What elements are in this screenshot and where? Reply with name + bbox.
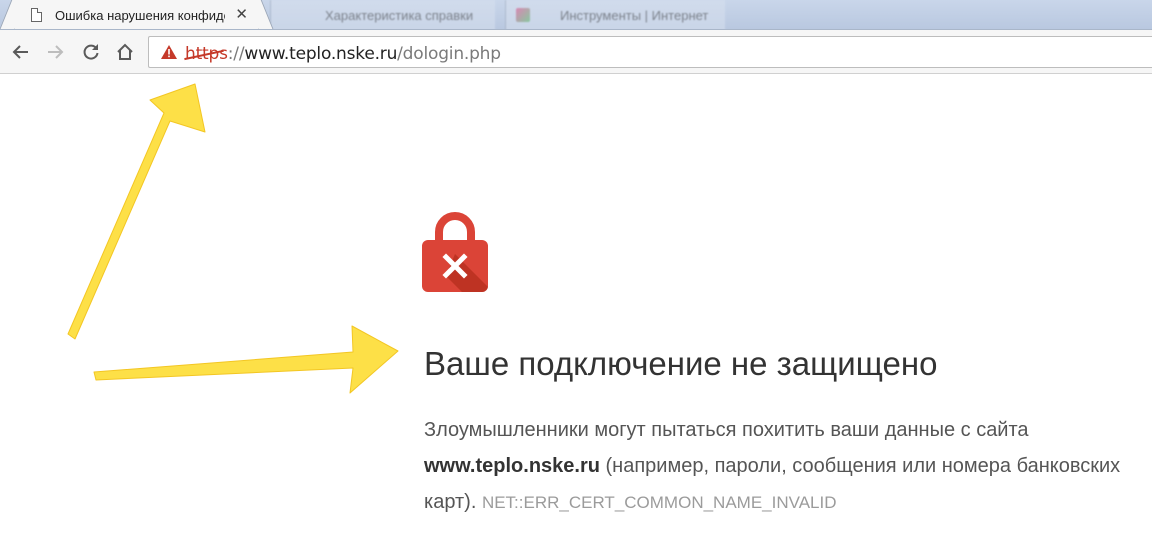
tab-close-icon[interactable]: ✕ — [235, 5, 248, 23]
url-separator: :// — [227, 44, 245, 64]
page-title: Ваше подключение не защищено — [424, 345, 938, 382]
tab-title: Ошибка нарушения конфиденциальности — [55, 8, 225, 23]
arrow-to-heading-icon — [93, 325, 399, 394]
site-favicon-icon — [516, 8, 530, 22]
reload-icon — [83, 44, 99, 60]
tab-title: Характеристика справки — [325, 7, 474, 23]
home-button[interactable] — [112, 39, 138, 65]
url-host: www.teplo.nske.ru — [244, 44, 398, 64]
description-text: Злоумышленники могут пытаться похитить в… — [424, 419, 1029, 441]
arrow-left-icon — [12, 45, 28, 59]
tab-strip: Ошибка нарушения конфиденциальности ✕ Ха… — [0, 0, 1152, 30]
lock-error-icon — [422, 212, 488, 292]
tab-active[interactable]: Ошибка нарушения конфиденциальности ✕ — [14, 0, 259, 29]
page-icon — [31, 8, 42, 22]
tab-background-2[interactable]: Инструменты | Интернет — [505, 0, 725, 29]
error-description: Злоумышленники могут пытаться похитить в… — [424, 412, 1134, 521]
url-scheme: https — [185, 44, 228, 64]
url-path: /dologin.php — [397, 44, 501, 64]
back-button[interactable] — [8, 39, 34, 65]
browser-toolbar: https://www.teplo.nske.ru/dologin.php — [0, 30, 1152, 74]
warning-triangle-icon[interactable] — [161, 45, 177, 59]
home-icon — [117, 43, 133, 60]
site-hostname: www.teplo.nske.ru — [424, 455, 600, 477]
arrow-right-icon — [48, 45, 64, 59]
url-text[interactable]: https://www.teplo.nske.ru/dologin.php — [185, 44, 501, 64]
arrow-to-url-icon — [67, 83, 206, 340]
error-code[interactable]: NET::ERR_CERT_COMMON_NAME_INVALID — [482, 493, 837, 512]
forward-button[interactable] — [42, 39, 68, 65]
tab-title: Инструменты | Интернет — [560, 7, 709, 23]
tab-background-1[interactable]: Характеристика справки — [270, 0, 495, 29]
reload-button[interactable] — [78, 39, 104, 65]
address-bar[interactable]: https://www.teplo.nske.ru/dologin.php — [148, 36, 1152, 68]
